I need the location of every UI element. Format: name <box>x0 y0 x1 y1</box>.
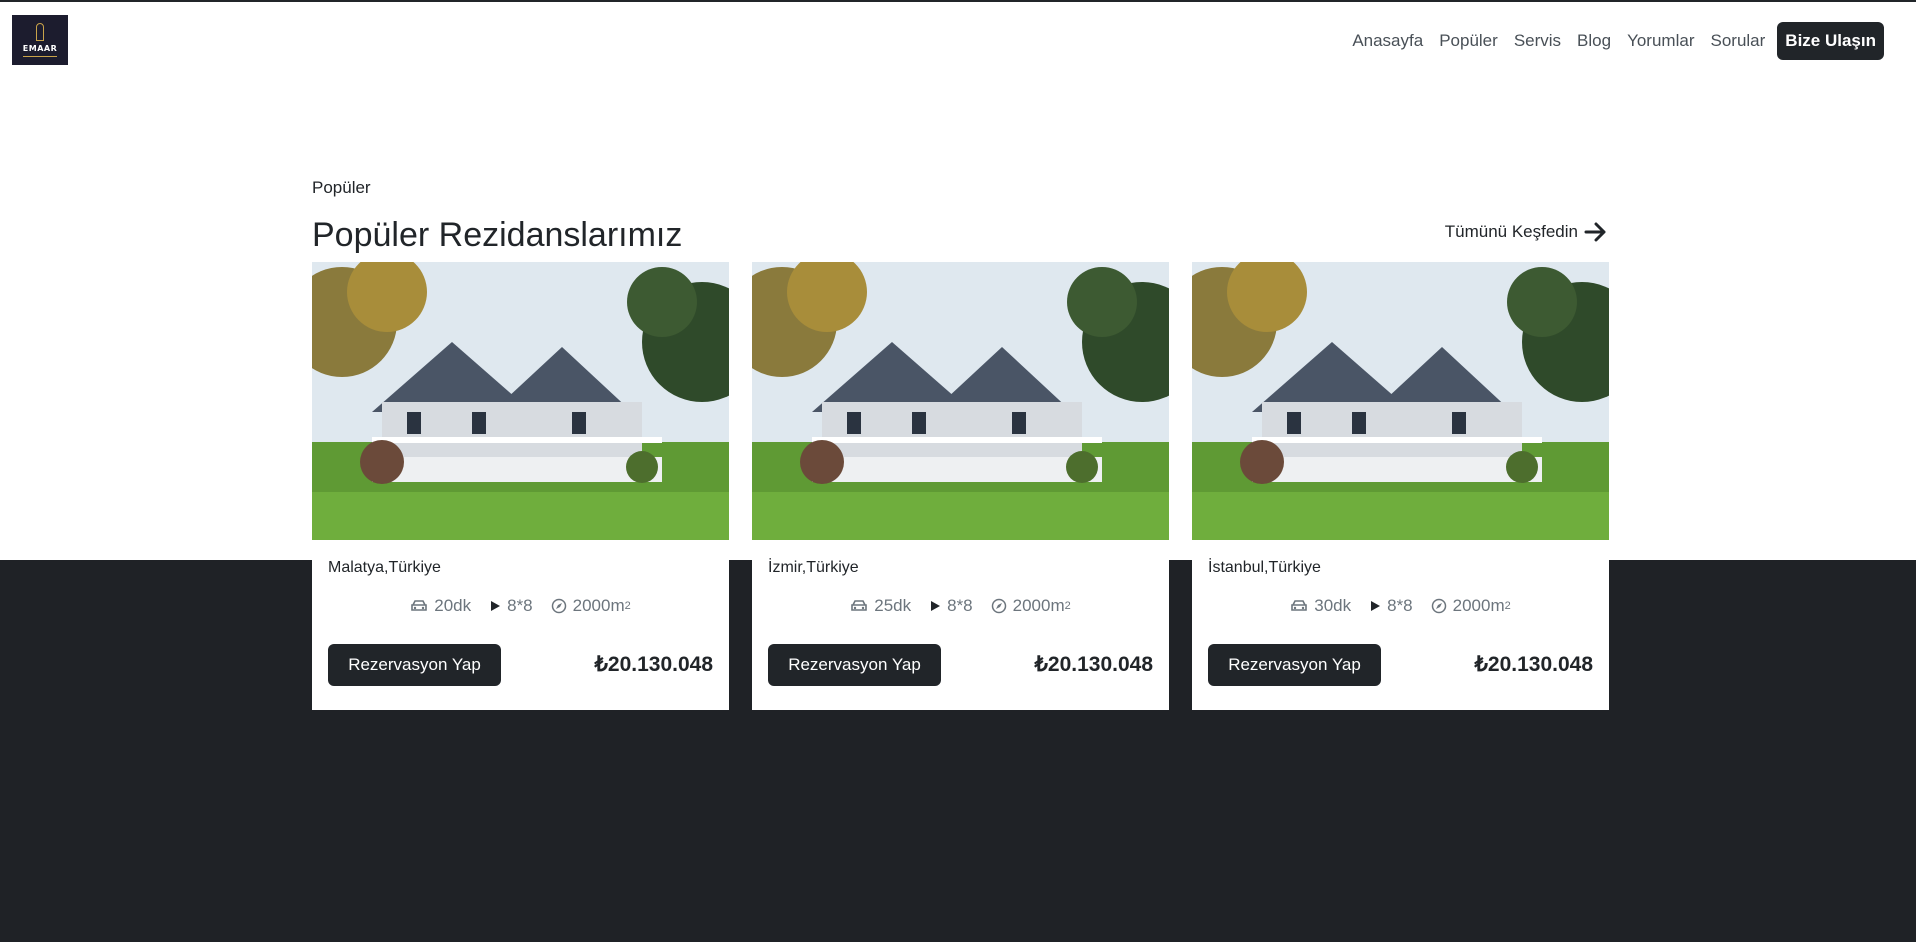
meta-rooms-value: 8*8 <box>507 596 533 615</box>
logo-mark-icon <box>36 23 44 41</box>
brand-logo[interactable]: EMAAR <box>12 15 68 65</box>
nav-link-anasayfa[interactable]: Anasayfa <box>1352 22 1423 60</box>
explore-all-link[interactable]: Tümünü Keşfedin <box>1445 222 1608 242</box>
meta-area-sup: 2 <box>1064 600 1071 612</box>
compass-icon <box>1431 598 1446 614</box>
nav-link-populer[interactable]: Popüler <box>1439 22 1498 60</box>
meta-area-sup: 2 <box>624 600 631 612</box>
residence-card: İstanbul,Türkiye 30dk 8*8 2000m 2 Rezerva… <box>1192 262 1609 710</box>
reservation-button[interactable]: Rezervasyon Yap <box>768 644 941 686</box>
meta-time: 30dk <box>1290 596 1351 616</box>
meta-area: 2000m 2 <box>991 596 1071 616</box>
meta-area-value: 2000m <box>1452 596 1505 615</box>
meta-rooms-value: 8*8 <box>947 596 973 615</box>
meta-time-value: 25dk <box>874 596 912 615</box>
logo-text: EMAAR <box>22 44 58 53</box>
section-eyebrow: Popüler <box>312 178 371 197</box>
nav-links: Anasayfa Popüler Servis Blog Yorumlar So… <box>1336 22 1884 60</box>
meta-area-value: 2000m <box>572 596 625 615</box>
car-icon <box>411 600 428 611</box>
house-image <box>312 262 729 540</box>
meta-time: 25dk <box>850 596 911 616</box>
meta-time-value: 20dk <box>434 596 472 615</box>
card-location: Malatya,Türkiye <box>328 559 441 576</box>
reservation-button[interactable]: Rezervasyon Yap <box>328 644 501 686</box>
house-image <box>752 262 1169 540</box>
house-image <box>1192 262 1609 540</box>
play-icon <box>1371 601 1381 611</box>
meta-area-sup: 2 <box>1504 600 1511 612</box>
meta-time: 20dk <box>410 596 471 616</box>
card-meta: 20dk 8*8 2000m 2 <box>312 596 729 616</box>
explore-all-label: Tümünü Keşfedin <box>1444 222 1578 241</box>
meta-area: 2000m 2 <box>1431 596 1511 616</box>
card-meta: 30dk 8*8 2000m 2 <box>1192 596 1609 616</box>
nav-link-servis[interactable]: Servis <box>1514 22 1561 60</box>
card-price: ₺20.130.048 <box>594 653 713 676</box>
card-location: İzmir,Türkiye <box>768 559 859 576</box>
card-meta: 25dk 8*8 2000m 2 <box>752 596 1169 616</box>
car-icon <box>851 600 868 611</box>
residence-card: İzmir,Türkiye 25dk 8*8 2000m 2 Rezervasyo… <box>752 262 1169 710</box>
meta-area-value: 2000m <box>1012 596 1065 615</box>
compass-icon <box>991 598 1006 614</box>
nav-link-sorular[interactable]: Sorular <box>1710 22 1765 60</box>
residence-card: Malatya,Türkiye 20dk 8*8 2000m 2 Rezervas… <box>312 262 729 710</box>
meta-rooms: 8*8 <box>1369 596 1413 616</box>
compass-icon <box>551 598 566 614</box>
play-icon <box>931 601 941 611</box>
meta-rooms-value: 8*8 <box>1387 596 1413 615</box>
play-icon <box>491 601 501 611</box>
meta-area: 2000m 2 <box>551 596 631 616</box>
meta-time-value: 30dk <box>1314 596 1352 615</box>
meta-rooms: 8*8 <box>489 596 533 616</box>
nav-link-blog[interactable]: Blog <box>1577 22 1611 60</box>
reservation-button[interactable]: Rezervasyon Yap <box>1208 644 1381 686</box>
card-price: ₺20.130.048 <box>1034 653 1153 676</box>
arrow-right-icon <box>1584 222 1606 242</box>
section-title: Popüler Rezidanslarımız <box>312 216 683 254</box>
card-location: İstanbul,Türkiye <box>1208 559 1321 576</box>
logo-underline <box>23 56 57 57</box>
contact-button[interactable]: Bize Ulaşın <box>1777 22 1884 60</box>
nav-link-yorumlar[interactable]: Yorumlar <box>1627 22 1694 60</box>
card-price: ₺20.130.048 <box>1474 653 1593 676</box>
meta-rooms: 8*8 <box>929 596 973 616</box>
car-icon <box>1291 600 1308 611</box>
navbar: EMAAR Anasayfa Popüler Servis Blog Yorum… <box>0 2 1916 78</box>
